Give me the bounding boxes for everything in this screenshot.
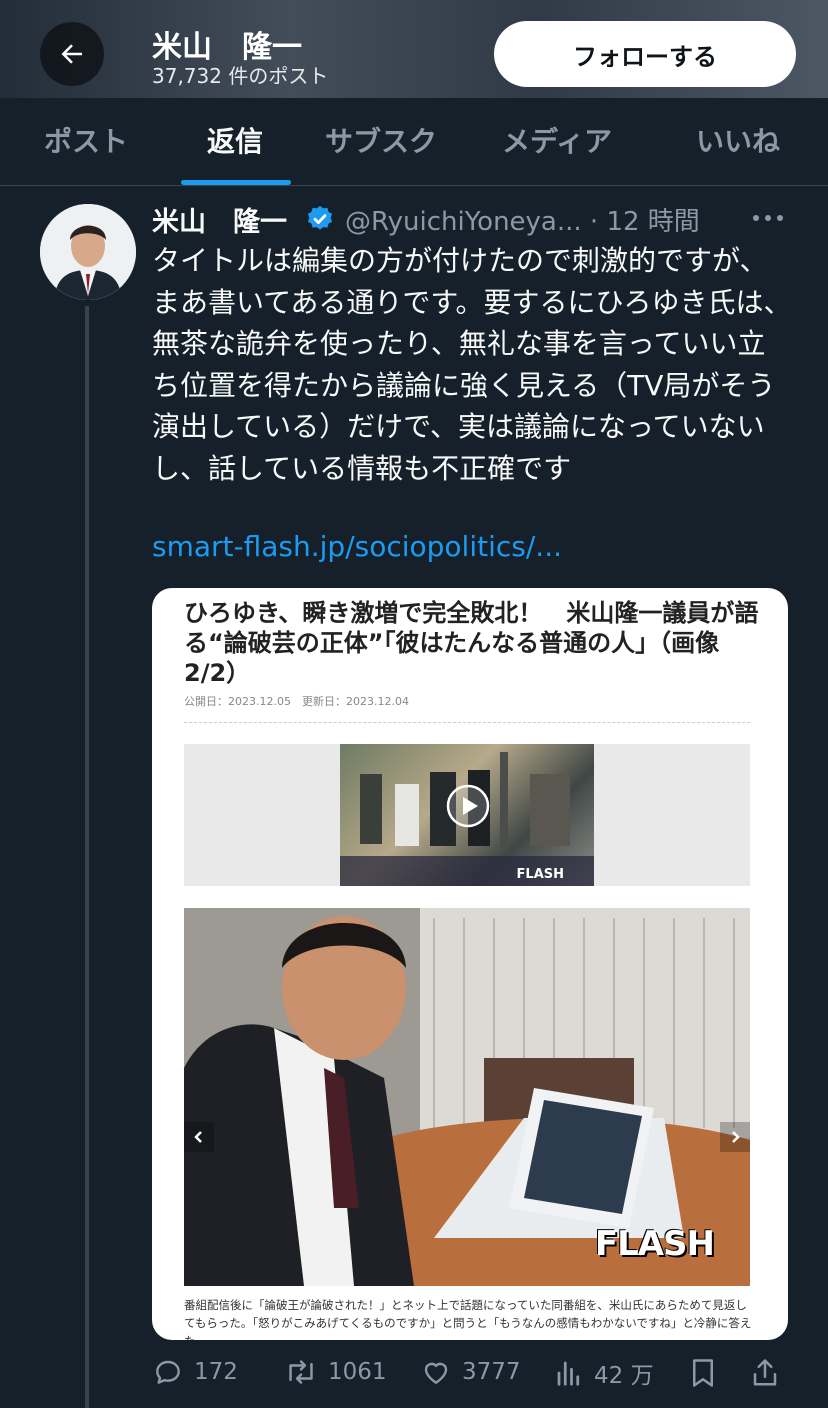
share-icon <box>753 1359 777 1386</box>
post-handle[interactable]: @RyuichiYoneya... <box>345 207 582 237</box>
repost-count: 1061 <box>328 1359 387 1385</box>
like-button[interactable]: 3777 <box>420 1356 521 1388</box>
post-author-name[interactable]: 米山 隆一 <box>152 200 287 239</box>
more-options-icon[interactable] <box>752 214 784 222</box>
video-embed[interactable]: FLASH <box>184 744 750 886</box>
tab-media[interactable]: メディア <box>502 120 612 160</box>
heart-icon <box>424 1362 448 1384</box>
bookmark-button[interactable] <box>688 1356 718 1390</box>
photo-logo: FLASH <box>594 1224 715 1264</box>
avatar[interactable] <box>40 204 136 300</box>
article-photo[interactable]: FLASH <box>184 908 750 1286</box>
post-text: タイトルは編集の方が付けたので刺激的ですが、まあ書いてある通りです。要するにひろ… <box>152 244 792 485</box>
tab-likes[interactable]: いいね <box>696 120 780 160</box>
video-thumbnail: FLASH <box>340 744 594 886</box>
bookmark-icon <box>693 1359 713 1387</box>
card-divider <box>184 722 750 723</box>
post-time: · 12 時間 <box>589 207 700 237</box>
profile-tabs: ポスト 返信 サブスク メディア いいね <box>0 98 828 186</box>
arrow-left-icon <box>61 44 82 64</box>
reply-button[interactable]: 172 <box>152 1356 238 1388</box>
chevron-right-icon <box>732 1131 740 1143</box>
reply-count: 172 <box>194 1359 238 1385</box>
card-caption: 番組配信後に「論破王が論破された！」とネット上で話題になっていた同番組を、米山氏… <box>184 1298 752 1340</box>
play-icon[interactable] <box>446 784 490 828</box>
post-link[interactable]: smart-flash.jp/sociopolitics/... <box>152 530 562 563</box>
post-actions: 172 1061 3777 42 万 <box>152 1356 792 1400</box>
repost-icon <box>289 1360 313 1384</box>
link-preview-card[interactable]: ひろゆき、瞬き激増で完全敗北！ 米山隆一議員が語る“論破芸の正体”「彼はたんなる… <box>152 588 788 1340</box>
card-title: ひろゆき、瞬き激増で完全敗北！ 米山隆一議員が語る“論破芸の正体”「彼はたんなる… <box>184 599 759 687</box>
like-count: 3777 <box>462 1359 521 1385</box>
thread-line <box>85 306 89 1408</box>
repost-button[interactable]: 1061 <box>284 1356 387 1388</box>
post-count: 37,732 件のポスト <box>152 64 329 88</box>
post-handle-time: @RyuichiYoneya... · 12 時間 <box>345 201 700 238</box>
card-date: 公開日：2023.12.05 更新日：2023.12.04 <box>184 695 409 708</box>
carousel-next-button[interactable] <box>720 1122 750 1152</box>
chevron-left-icon <box>194 1131 202 1143</box>
active-tab-indicator <box>181 180 291 185</box>
views-chart-icon <box>557 1361 580 1386</box>
avatar-portrait <box>40 204 136 300</box>
views-button[interactable]: 42 万 <box>554 1356 654 1390</box>
tab-posts[interactable]: ポスト <box>44 120 128 160</box>
share-button[interactable] <box>750 1356 780 1390</box>
back-button[interactable] <box>40 22 104 86</box>
carousel-prev-button[interactable] <box>184 1122 214 1152</box>
follow-button[interactable]: フォローする <box>494 21 796 87</box>
tab-replies[interactable]: 返信 <box>207 120 263 160</box>
reply-icon <box>156 1360 180 1384</box>
verified-badge-icon <box>307 205 333 230</box>
video-logo: FLASH <box>516 867 564 882</box>
views-count: 42 万 <box>594 1363 654 1389</box>
tab-subscriptions[interactable]: サブスク <box>325 120 437 160</box>
